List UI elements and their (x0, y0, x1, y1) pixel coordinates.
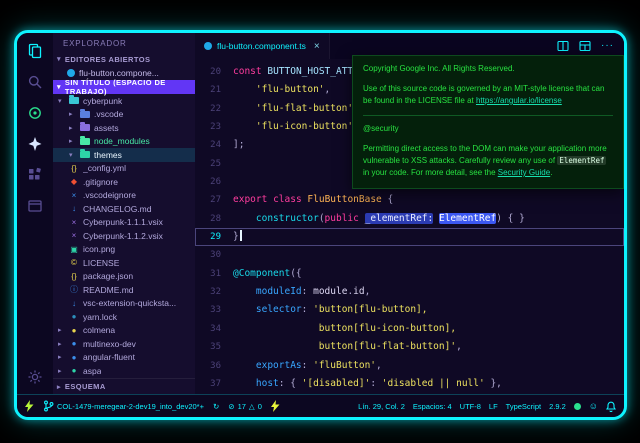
text-cursor (240, 230, 242, 241)
outline-label: ESQUEMA (65, 382, 106, 391)
debug-icon[interactable] (26, 135, 44, 153)
outline-header[interactable]: ▸ ESQUEMA (53, 378, 195, 394)
layout-icon[interactable] (579, 40, 591, 52)
split-editor-icon[interactable] (557, 40, 569, 52)
folder-icon (69, 97, 79, 104)
chevron-down-icon: ▾ (57, 83, 61, 91)
cursor-position[interactable]: Lín. 29, Col. 2 (358, 402, 405, 411)
notifications-bell-icon[interactable] (606, 401, 616, 412)
tree-item-cyberpunk-1-1-2-vsix[interactable]: ×Cyberpunk-1.1.2.vsix (53, 229, 195, 243)
tab-flu-button-component[interactable]: flu-button.component.ts × (195, 33, 330, 59)
warning-count: 0 (258, 402, 262, 411)
code-line[interactable]: 33 selector: 'button[flu-button], (195, 301, 624, 319)
status-bar: COL-1479-meregear-2-dev19_into_dev20*+ ↻… (17, 394, 624, 417)
feedback-smiley-icon[interactable]: ☺ (589, 401, 598, 411)
explorer-icon[interactable] (26, 42, 44, 60)
sync-icon[interactable]: ↻ (213, 402, 219, 411)
tree-item--vscodeignore[interactable]: ×.vscodeignore (53, 189, 195, 203)
branch-name: COL-1479-meregear-2-dev19_into_dev20*+ (57, 402, 204, 411)
tree-item-multinexo-dev[interactable]: ▸●multinexo-dev (53, 337, 195, 351)
tree-item-icon-png[interactable]: ▣icon.png (53, 243, 195, 257)
tree-item-node-modules[interactable]: ▸node_modules (53, 135, 195, 149)
tooltip-link[interactable]: https://angular.io/license (476, 96, 562, 105)
typescript-version[interactable]: 2.9.2 (549, 402, 566, 411)
settings-gear-icon[interactable] (26, 368, 44, 386)
workspace-header[interactable]: ▾ SIN TÍTULO (ESPACIO DE TRABAJO) (53, 80, 195, 94)
folder-icon (80, 151, 90, 158)
indentation-indicator[interactable]: Espacios: 4 (413, 402, 452, 411)
code-line[interactable]: 28 constructor(public _elementRef: Eleme… (195, 210, 624, 228)
tree-item-vsc-extension-quicksta-[interactable]: ↓vsc-extension-quicksta... (53, 297, 195, 311)
tree-item-license[interactable]: ©LICENSE (53, 256, 195, 270)
encoding-indicator[interactable]: UTF-8 (460, 402, 481, 411)
tree-item-changelog-md[interactable]: ↓CHANGELOG.md (53, 202, 195, 216)
tree-item-package-json[interactable]: {}package.json (53, 270, 195, 284)
folder-icon (80, 138, 90, 145)
folder-icon (80, 111, 90, 118)
extensions-icon[interactable] (26, 166, 44, 184)
typescript-file-icon (67, 69, 75, 77)
branch-icon (43, 400, 54, 412)
tree-item--config-yml[interactable]: {}_config.yml (53, 162, 195, 176)
tree-item--gitignore[interactable]: ◆.gitignore (53, 175, 195, 189)
tree-item-yarn-lock[interactable]: ●yarn.lock (53, 310, 195, 324)
lightning-icon (271, 400, 280, 412)
tree-item-cyberpunk-1-1-1-vsix[interactable]: ×Cyberpunk-1.1.1.vsix (53, 216, 195, 230)
tree-item-themes[interactable]: ▾themes (53, 148, 195, 162)
code-line[interactable]: 37 host: { '[disabled]': 'disabled || nu… (195, 375, 624, 393)
window-icon[interactable] (26, 197, 44, 215)
git-branch-indicator[interactable]: COL-1479-meregear-2-dev19_into_dev20*+ (43, 400, 204, 412)
open-editors-label: EDITORES ABIERTOS (65, 55, 150, 64)
language-indicator[interactable]: TypeScript (506, 402, 541, 411)
code-line[interactable]: 35 button[flu-flat-button]', (195, 338, 624, 356)
chevron-down-icon: ▾ (57, 55, 61, 63)
code-line[interactable]: 34 button[flu-icon-button], (195, 320, 624, 338)
source-control-icon[interactable] (26, 104, 44, 122)
tab-close-icon[interactable]: × (314, 41, 320, 52)
problems-indicator[interactable]: ⊘ 17 △ 0 (228, 402, 262, 411)
folder-icon (80, 124, 90, 131)
online-indicator (574, 403, 581, 410)
tree-item-assets[interactable]: ▸assets (53, 121, 195, 135)
tree-item-aspa[interactable]: ▸●aspa (53, 364, 195, 378)
explorer-sidebar: EXPLORADOR ▾ EDITORES ABIERTOS flu-butto… (53, 33, 195, 394)
error-count: 17 (238, 402, 246, 411)
tree-item-cyberpunk[interactable]: ▾cyberpunk (53, 94, 195, 108)
chevron-right-icon: ▸ (57, 383, 61, 391)
file-tree: ▾cyberpunk▸.vscode▸assets▸node_modules▾t… (53, 94, 195, 378)
tree-item-colmena[interactable]: ▸●colmena (53, 324, 195, 338)
search-icon[interactable] (26, 73, 44, 91)
sidebar-title: EXPLORADOR (53, 33, 195, 52)
hover-tooltip: Copyright Google Inc. All Rights Reserve… (352, 55, 624, 189)
tree-item-readme-md[interactable]: ⓘREADME.md (53, 283, 195, 297)
code-line[interactable]: 36 exportAs: 'fluButton', (195, 357, 624, 375)
tree-item-angular-fluent[interactable]: ▸●angular-fluent (53, 351, 195, 365)
code-line[interactable]: 29} (195, 228, 624, 246)
open-editors-header[interactable]: ▾ EDITORES ABIERTOS (53, 52, 195, 66)
tooltip-link[interactable]: Security Guide (498, 168, 550, 177)
tab-label: flu-button.component.ts (217, 41, 306, 51)
typescript-file-icon (204, 42, 212, 50)
eol-indicator[interactable]: LF (489, 402, 498, 411)
open-editor-filename: flu-button.compone... (79, 68, 159, 78)
code-line[interactable]: 27export class FluButtonBase { (195, 191, 624, 209)
more-actions-icon[interactable]: ··· (601, 41, 614, 51)
warning-icon: △ (249, 402, 255, 411)
code-line[interactable]: 30 (195, 246, 624, 264)
vscode-window: EXPLORADOR ▾ EDITORES ABIERTOS flu-butto… (14, 30, 627, 420)
code-line[interactable]: 32 moduleId: module.id, (195, 283, 624, 301)
editor-actions: ··· (557, 40, 624, 52)
power-lightning-icon[interactable] (25, 400, 34, 412)
editor-group: flu-button.component.ts × ··· 20const BU… (195, 33, 624, 394)
activity-bar (17, 33, 53, 394)
error-icon: ⊘ (228, 402, 234, 411)
code-line[interactable]: 31@Component({ (195, 265, 624, 283)
tree-item--vscode[interactable]: ▸.vscode (53, 108, 195, 122)
